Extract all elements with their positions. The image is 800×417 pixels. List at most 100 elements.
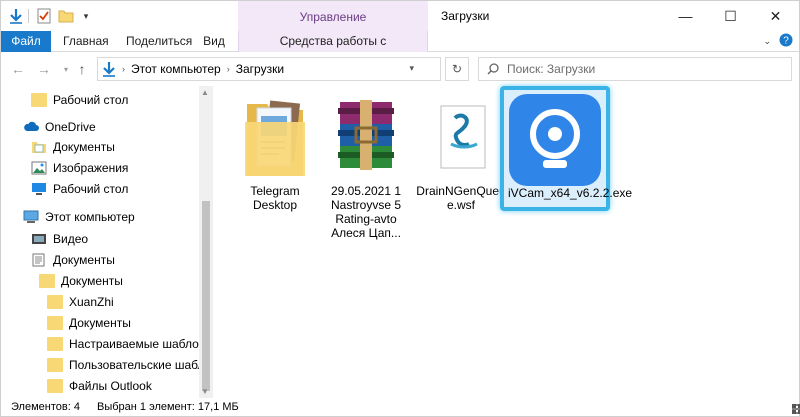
tab-file[interactable]: Файл	[1, 31, 51, 52]
help-icon[interactable]: ?	[779, 33, 793, 50]
status-bar: Элементов: 4 Выбран 1 элемент: 17,1 МБ	[1, 398, 800, 417]
item-count: Элементов: 4	[11, 401, 80, 413]
maximize-button[interactable]: ☐	[708, 1, 753, 31]
back-arrow-icon[interactable]: ←	[9, 60, 27, 78]
file-item[interactable]: 29.05.2021 1 Nastroyvse 5 Rating-avto Ал…	[318, 98, 414, 240]
file-name: Telegram Desktop	[250, 184, 300, 212]
tab-home[interactable]: Главная	[63, 31, 109, 52]
folder-icon	[47, 316, 63, 330]
folder-icon	[39, 274, 55, 288]
folder-icon	[47, 295, 63, 309]
separator	[28, 9, 29, 23]
new-folder-icon[interactable]	[57, 7, 75, 25]
selection-info: Выбран 1 элемент: 17,1 МБ	[97, 401, 239, 413]
folder-icon	[47, 337, 63, 351]
nav-item-label: Рабочий стол	[53, 182, 129, 196]
folder-icon	[47, 379, 63, 393]
scroll-down-arrow-icon[interactable]: ▼	[201, 387, 209, 396]
tab-share[interactable]: Поделиться	[126, 31, 192, 52]
nav-item-label: Настраиваемые шаблоны С	[69, 337, 213, 351]
file-name: 29.05.2021 1 Nastroyvse 5 Rating-avto Ал…	[330, 184, 402, 240]
nav-item-desktop-onedrive[interactable]: Рабочий стол	[31, 179, 128, 199]
nav-item-label: Этот компьютер	[45, 210, 135, 224]
manage-contextual-tab[interactable]: Управление	[238, 1, 428, 31]
nav-item-label: Изображения	[53, 161, 129, 175]
nav-item-documents-pc[interactable]: Документы	[31, 250, 115, 270]
nav-item-desktop-quick[interactable]: Рабочий стол	[31, 90, 128, 110]
minimize-button[interactable]: —	[663, 1, 708, 31]
nav-item-label: Документы	[53, 140, 115, 154]
properties-checkmark-icon[interactable]	[35, 7, 53, 25]
nav-item-label: Рабочий стол	[53, 93, 129, 107]
search-box[interactable]: Поиск: Загрузки	[478, 57, 792, 81]
refresh-button[interactable]: ↻	[445, 57, 469, 81]
customize-toolbar-chevron-icon[interactable]: ▾	[77, 7, 95, 25]
desktop-icon	[31, 182, 47, 196]
nav-item-pictures[interactable]: Изображения	[31, 158, 128, 178]
documents-icon	[31, 253, 47, 267]
close-button[interactable]: ✕	[753, 1, 798, 31]
scrollbar-thumb[interactable]	[202, 201, 210, 391]
ribbon-right-controls: ⌄ ?	[763, 33, 793, 50]
file-name: iVCam_x64_v6.2.2.exe	[508, 186, 633, 200]
cloud-icon	[23, 120, 39, 134]
downloads-arrow-icon	[102, 61, 116, 77]
breadcrumb-this-pc[interactable]: Этот компьютер	[131, 62, 221, 76]
svg-text:?: ?	[783, 36, 789, 47]
nav-item-xuanzhi[interactable]: XuanZhi	[47, 292, 114, 312]
quick-access-down-arrow-icon[interactable]	[7, 7, 25, 25]
tab-application-tools[interactable]: Средства работы с приложениями	[238, 31, 428, 68]
nav-item-documents-nested[interactable]: Документы	[47, 313, 131, 333]
folder-icon	[47, 358, 63, 372]
search-icon	[487, 63, 499, 75]
file-item[interactable]: DrainNGenQueue.wsf	[413, 98, 509, 212]
nav-item-label: Документы	[69, 316, 131, 330]
address-row: ← → ▾ ↑ › Этот компьютер › Загрузки ▾ ↻ …	[1, 52, 799, 86]
file-item[interactable]: Telegram Desktop	[227, 98, 323, 212]
nav-item-label: Документы	[61, 274, 123, 288]
expand-ribbon-chevron-icon[interactable]: ⌄	[763, 36, 771, 47]
nav-item-this-pc[interactable]: Этот компьютер	[23, 207, 135, 227]
title-bar: ▾ Управление Загрузки — ☐ ✕	[1, 1, 799, 31]
folder-icon	[31, 93, 47, 107]
scroll-up-arrow-icon[interactable]: ▲	[201, 88, 209, 97]
documents-icon	[31, 140, 47, 154]
search-placeholder: Поиск: Загрузки	[507, 62, 596, 76]
nav-item-onedrive-documents[interactable]: Документы	[31, 137, 115, 157]
ivcam-icon	[509, 94, 601, 186]
video-icon	[31, 232, 47, 246]
computer-icon	[23, 210, 39, 224]
breadcrumb-separator-icon[interactable]: ›	[227, 64, 230, 74]
nav-item-custom-templates[interactable]: Настраиваемые шаблоны С	[47, 334, 213, 354]
nav-item-user-templates[interactable]: Пользовательские шаблоны	[47, 355, 213, 375]
refresh-icon: ↻	[451, 62, 463, 76]
nav-item-label: XuanZhi	[69, 295, 114, 309]
nav-item-label: Видео	[53, 232, 89, 246]
navigation-pane: Рабочий стол OneDrive Документы Изображе…	[1, 86, 213, 398]
winrar-archive-icon	[334, 98, 398, 178]
nav-item-documents-sub[interactable]: Документы	[39, 271, 123, 291]
address-bar[interactable]: › Этот компьютер › Загрузки ▾	[97, 57, 441, 81]
nav-item-label: Документы	[53, 253, 115, 267]
pictures-icon	[31, 161, 47, 175]
nav-item-onedrive[interactable]: OneDrive	[23, 117, 96, 137]
window-title: Загрузки	[441, 9, 490, 23]
folder-icon	[243, 98, 307, 178]
nav-item-label: Пользовательские шаблоны	[69, 358, 213, 372]
up-arrow-icon[interactable]: ↑	[73, 60, 91, 78]
nav-item-outlook-files[interactable]: Файлы Outlook	[47, 376, 152, 396]
nav-item-label: Файлы Outlook	[69, 379, 152, 393]
nav-item-video[interactable]: Видео	[31, 229, 88, 249]
script-file-icon	[429, 98, 493, 178]
nav-item-label: OneDrive	[45, 120, 96, 134]
breadcrumb-downloads[interactable]: Загрузки	[236, 62, 284, 76]
forward-arrow-icon[interactable]: →	[35, 60, 53, 78]
nav-pane-scrollbar[interactable]: ▲ ▼	[199, 86, 213, 398]
address-history-chevron-icon[interactable]: ▾	[409, 63, 414, 74]
file-name: DrainNGenQueue.wsf	[416, 184, 506, 212]
ribbon-tabs: Файл Главная Поделиться Вид Средства раб…	[1, 31, 799, 68]
breadcrumb-separator-icon[interactable]: ›	[122, 64, 125, 74]
large-icons-view-icon[interactable]	[791, 403, 800, 417]
file-view: Telegram Desktop 29.05.2021 1 Nastroyvse…	[213, 86, 799, 398]
tab-view[interactable]: Вид	[201, 31, 227, 52]
